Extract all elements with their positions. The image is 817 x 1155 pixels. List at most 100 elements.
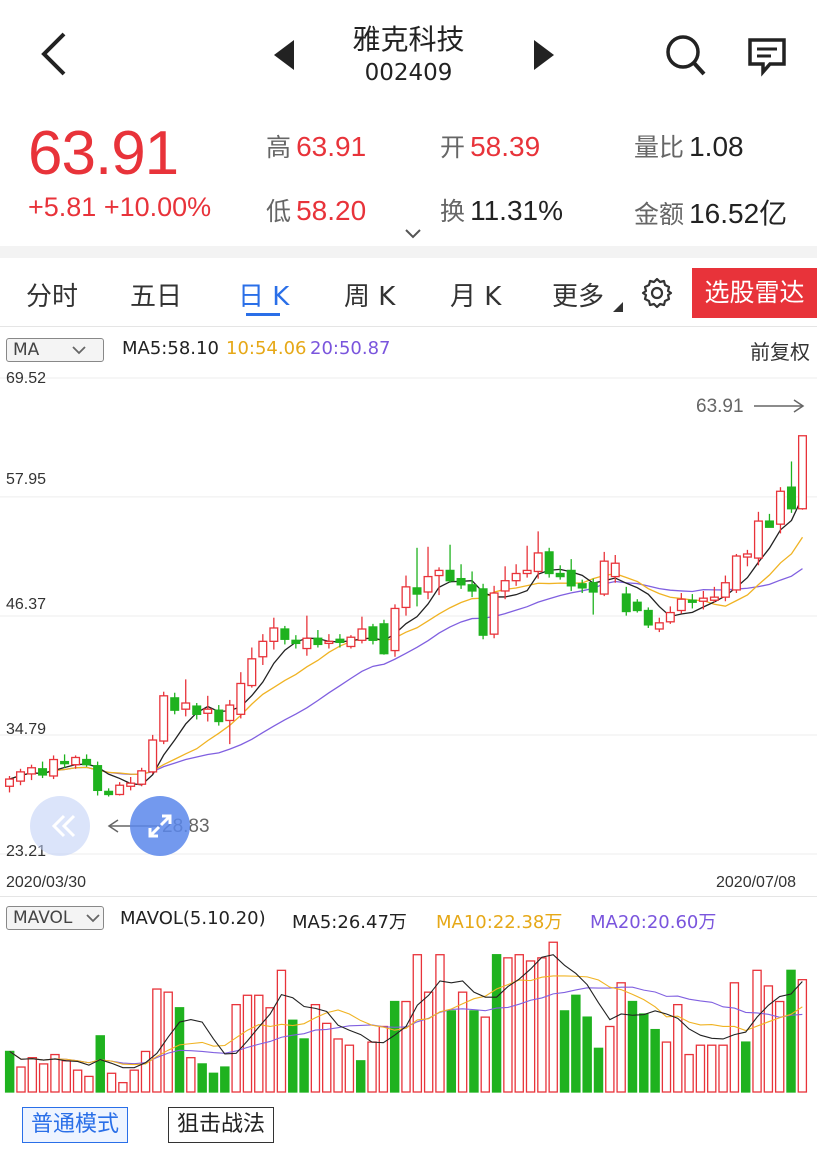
volume-bar: [446, 1010, 457, 1093]
candle-body: [225, 704, 235, 722]
volume-bar: [16, 1066, 26, 1093]
candle-body: [775, 490, 785, 525]
tab-weekly-k[interactable]: 周 K: [344, 276, 395, 313]
sniper-mode-button[interactable]: 狙击战法: [168, 1107, 275, 1143]
low-row: 低 58.20: [266, 192, 366, 228]
volume-bar: [491, 954, 502, 1093]
candle-body: [357, 628, 367, 641]
volume-bar: [435, 954, 445, 1093]
candle-body: [599, 560, 609, 595]
candle-body: [522, 569, 532, 575]
next-stock-button[interactable]: [530, 38, 558, 72]
candle-body: [643, 609, 653, 626]
tab-more[interactable]: 更多: [552, 276, 604, 313]
gear-icon: [641, 277, 673, 309]
fullscreen-button[interactable]: [130, 796, 190, 856]
candle-body: [588, 582, 598, 593]
candle-body: [610, 562, 620, 578]
turnover-label: 换: [440, 197, 466, 226]
ma10-legend: 10:54.06: [226, 338, 307, 359]
candle-body: [27, 767, 37, 775]
candle-body: [181, 702, 191, 710]
stock-radar-button[interactable]: 选股雷达: [692, 268, 817, 318]
price-adjust-toggle[interactable]: 前复权: [750, 336, 810, 365]
candle-body: [423, 575, 433, 593]
volume-chart[interactable]: [0, 936, 817, 1096]
chevron-down-icon: [86, 914, 100, 923]
candle-body: [533, 552, 543, 573]
volume-bar: [152, 988, 162, 1093]
volume-bar: [333, 1038, 343, 1093]
chart-settings-button[interactable]: [640, 276, 674, 310]
candle-body: [456, 577, 466, 586]
candle-body: [434, 569, 444, 577]
arrow-right-icon: [754, 399, 805, 413]
volume-bar: [4, 1050, 15, 1093]
candle-body: [467, 584, 477, 592]
y-tick-label: 69.52: [6, 370, 47, 387]
open-row: 开 58.39: [440, 128, 540, 164]
volume-bar: [559, 1010, 570, 1093]
candle-body: [269, 627, 279, 642]
volume-ratio-value: 1.08: [689, 131, 744, 162]
volume-bar: [752, 969, 762, 1093]
volume-bar: [186, 1057, 196, 1093]
expand-quote-button[interactable]: [402, 226, 424, 240]
volume-bar: [605, 1025, 615, 1093]
amount-label: 金额: [634, 200, 685, 229]
candle-body: [742, 553, 752, 558]
candle-body: [280, 628, 290, 640]
candle-body: [148, 739, 158, 773]
volume-bar: [616, 982, 626, 1093]
tab-monthly-k[interactable]: 月 K: [450, 276, 501, 313]
double-chevron-left-icon: [51, 814, 76, 838]
triangle-right-icon: [534, 40, 554, 70]
candle-body: [665, 611, 675, 623]
candle-body: [632, 601, 642, 612]
candle-body: [445, 569, 455, 582]
volume-bar: [650, 1028, 660, 1093]
turnover-row: 换 11.31%: [440, 192, 563, 228]
turnover-value: 11.31%: [470, 195, 563, 226]
candle-body: [38, 768, 48, 776]
candle-body: [577, 583, 587, 589]
tab-daily-k[interactable]: 日 K: [238, 276, 289, 313]
comment-button[interactable]: [746, 36, 788, 78]
main-indicator-select[interactable]: MA: [6, 338, 104, 362]
search-button[interactable]: [662, 30, 708, 80]
candle-body: [500, 580, 510, 592]
candle-body: [170, 697, 180, 711]
date-end: 2020/07/08: [716, 874, 797, 891]
candle-body: [731, 555, 741, 591]
candle-body: [335, 638, 345, 644]
candle-body: [159, 695, 169, 742]
candle-body: [786, 486, 796, 510]
volume-bar: [548, 941, 558, 1093]
scroll-back-button[interactable]: [30, 796, 90, 856]
volume-bar: [367, 1041, 377, 1093]
vol-ma20-legend: MA20:20.60万: [590, 912, 717, 933]
candle-body: [654, 622, 664, 630]
main-indicator-value: MA: [13, 340, 40, 360]
candle-body: [753, 520, 763, 559]
candle-body: [676, 598, 686, 612]
volume-bar: [763, 985, 774, 1093]
amount-row: 金额 16.52亿: [634, 192, 787, 232]
volume-bar: [582, 1016, 592, 1093]
candle-body: [49, 758, 59, 777]
candle-body: [478, 588, 488, 636]
volume-bar: [514, 954, 524, 1093]
volume-indicator-value: MAVOL: [13, 908, 73, 928]
tab-five-day[interactable]: 五日: [130, 276, 182, 313]
candlestick-chart[interactable]: [0, 366, 817, 866]
volume-bar: [469, 1010, 479, 1093]
volume-indicator-select[interactable]: MAVOL: [6, 906, 104, 930]
volume-bar: [95, 1035, 105, 1093]
volume-bar: [774, 1000, 785, 1093]
candle-body: [126, 782, 136, 787]
normal-mode-button[interactable]: 普通模式: [22, 1107, 129, 1143]
candle-body: [313, 637, 323, 646]
volume-bar: [197, 1063, 207, 1093]
tab-intraday[interactable]: 分时: [26, 276, 78, 313]
candle-body: [368, 626, 378, 641]
